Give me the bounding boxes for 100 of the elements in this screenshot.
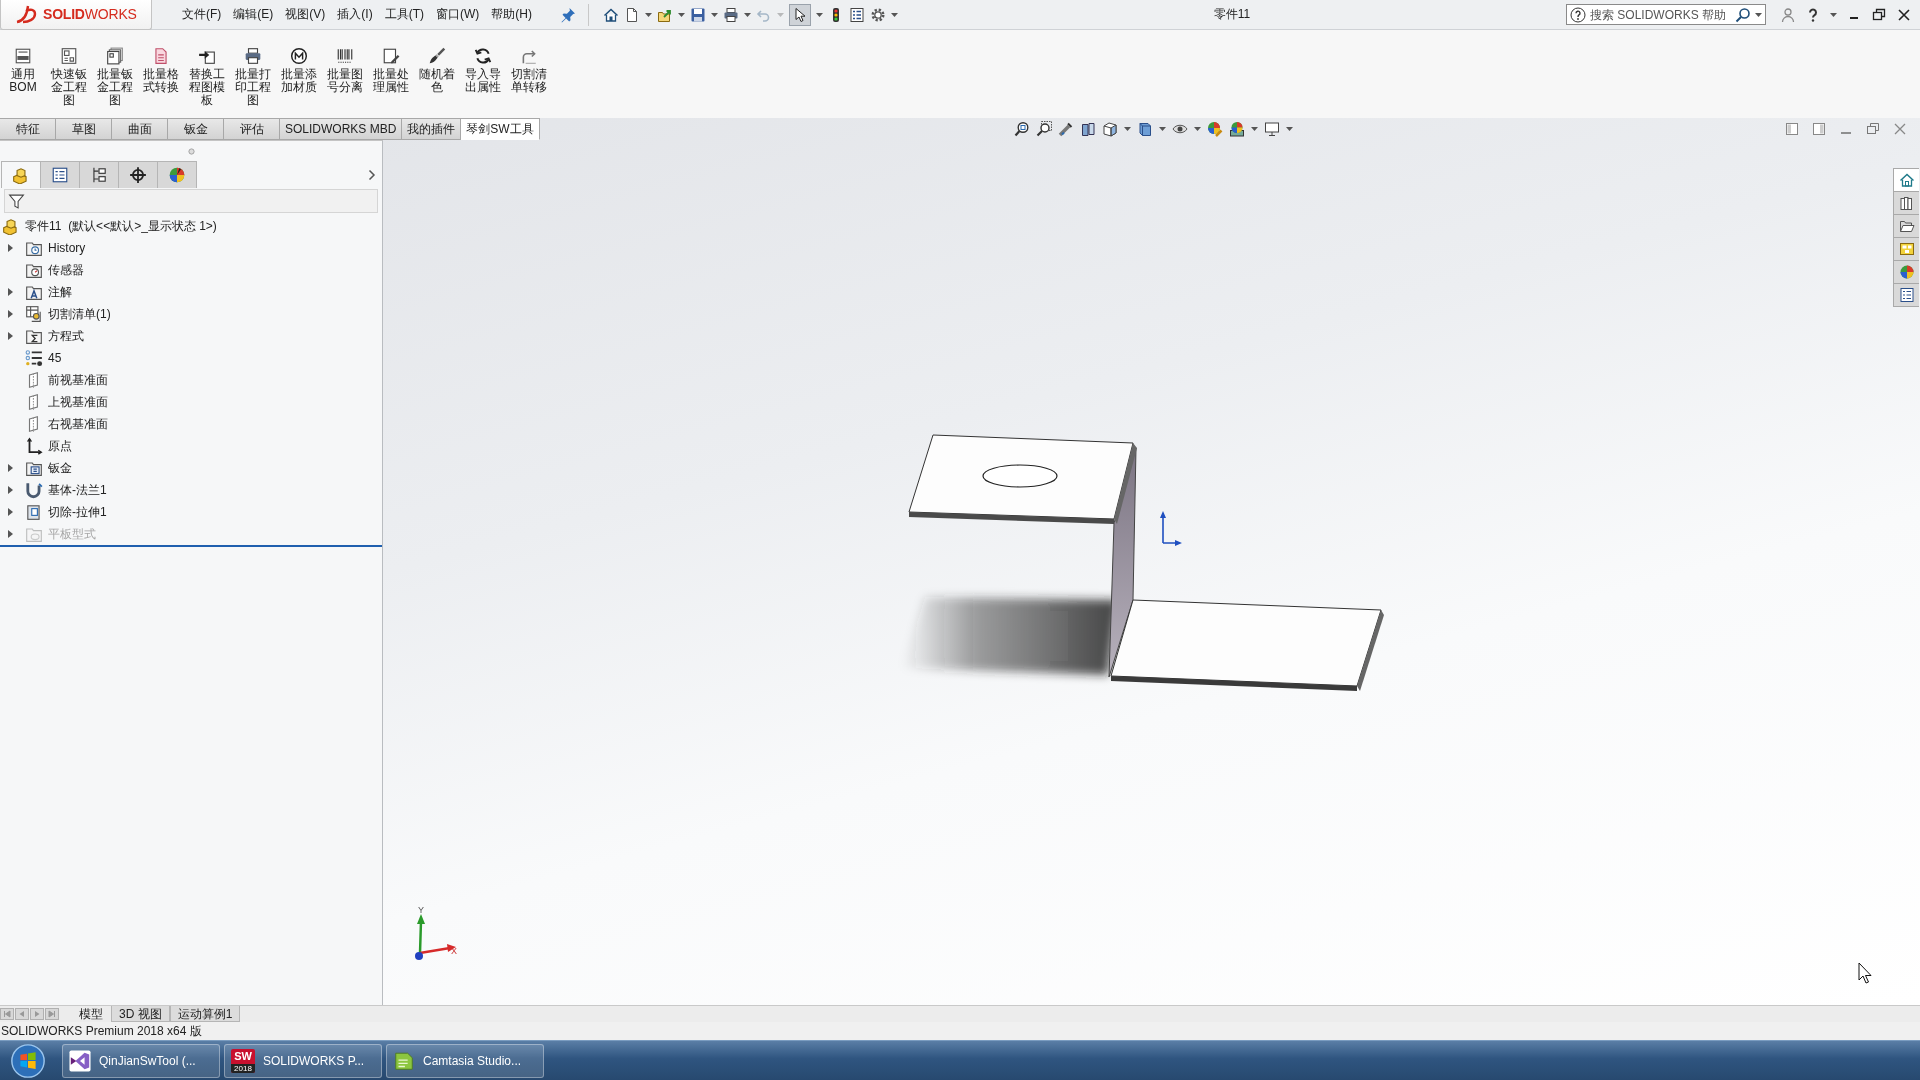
scene-ball-icon[interactable] (1229, 121, 1245, 137)
restore-icon[interactable] (1871, 6, 1887, 23)
task-pane-tab[interactable] (1893, 214, 1919, 238)
ribbon-button[interactable]: 快速钣金工程图 (46, 47, 92, 107)
close-icon[interactable] (1896, 6, 1912, 23)
save-icon[interactable] (690, 6, 706, 23)
tree-item[interactable]: 方程式 (48, 327, 84, 345)
menu-item[interactable]: 插入(I) (331, 3, 379, 26)
command-tab[interactable]: SOLIDWORKS MBD (280, 118, 403, 140)
caret-icon[interactable] (1830, 12, 1837, 17)
ribbon-button[interactable]: 批量钣金工程图 (92, 47, 138, 107)
task-pane-tab[interactable] (1893, 283, 1919, 307)
new-document-icon[interactable] (624, 6, 640, 23)
task-pane-tab[interactable] (1893, 260, 1919, 284)
pin-icon[interactable] (560, 6, 576, 23)
tree-root-item[interactable]: 零件11 (默认<<默认>_显示状态 1>) (25, 217, 217, 235)
home-icon[interactable] (603, 6, 619, 23)
tree-item[interactable]: History (48, 241, 86, 255)
bracket-drawing[interactable] (908, 434, 1384, 691)
tree-item[interactable]: 上视基准面 (48, 393, 108, 411)
shaded-box-icon[interactable] (1137, 121, 1153, 137)
menu-item[interactable]: 工具(T) (378, 3, 430, 26)
expand-arrow-icon[interactable] (8, 464, 13, 472)
tree-item[interactable]: 基体-法兰1 (48, 481, 107, 499)
tile-left-icon[interactable] (1784, 121, 1800, 137)
tile-right-icon[interactable] (1811, 121, 1827, 137)
caret-icon[interactable] (711, 12, 718, 17)
zoom-area-icon[interactable] (1036, 121, 1052, 137)
expand-arrow-icon[interactable] (8, 244, 13, 252)
ribbon-button[interactable]: 批量添加材质 (276, 47, 322, 94)
tree-item[interactable]: 钣金 (48, 459, 72, 477)
caret-icon[interactable] (1286, 127, 1293, 131)
ribbon-button[interactable]: 随机着色 (414, 47, 460, 94)
model-tab[interactable]: 模型 (71, 1006, 111, 1022)
command-tab[interactable]: 琴剑SW工具 (461, 118, 540, 140)
expand-arrow-icon[interactable] (8, 310, 13, 318)
caret-icon[interactable] (1755, 12, 1762, 17)
command-tab[interactable]: 曲面 (112, 118, 168, 140)
tree-item[interactable]: 切除-拉伸1 (48, 503, 107, 521)
caret-icon[interactable] (744, 12, 751, 17)
task-pane-tab[interactable] (1893, 191, 1919, 215)
caret-icon[interactable] (1251, 127, 1258, 131)
search-field[interactable]: 搜索 SOLIDWORKS 帮助 (1566, 4, 1766, 25)
menu-item[interactable]: 帮助(H) (485, 3, 538, 26)
ribbon-button[interactable]: 切割清单转移 (506, 47, 552, 94)
chevron-right-icon[interactable] (368, 169, 376, 181)
menu-item[interactable]: 视图(V) (279, 3, 332, 26)
tree-item[interactable]: 45 (48, 351, 62, 365)
expand-arrow-icon[interactable] (8, 508, 13, 516)
taskbar-button[interactable]: Camtasia Studio... (386, 1043, 544, 1078)
command-tab[interactable]: 草图 (56, 118, 112, 140)
caret-icon[interactable] (1194, 127, 1201, 131)
tree-item[interactable]: 原点 (48, 437, 72, 455)
taskbar-button[interactable]: QinJianSwTool (... (62, 1043, 220, 1078)
search-icon[interactable] (1735, 6, 1751, 23)
monitor-icon[interactable] (1264, 121, 1280, 137)
section-view-icon[interactable] (1080, 121, 1096, 137)
user-icon[interactable] (1780, 6, 1796, 23)
ribbon-button[interactable]: 批量打印工程图 (230, 47, 276, 107)
zoom-to-fit-icon[interactable] (1014, 121, 1030, 137)
printer-icon[interactable] (723, 6, 739, 23)
settings-icon[interactable] (870, 6, 886, 23)
command-tab[interactable]: 我的插件 (402, 118, 462, 140)
menu-item[interactable]: 文件(F) (176, 3, 228, 26)
caret-icon[interactable] (1124, 127, 1131, 131)
menu-item[interactable]: 编辑(E) (227, 3, 280, 26)
expand-arrow-icon[interactable] (8, 332, 13, 340)
options-list-icon[interactable] (849, 6, 865, 23)
appearance-ball-icon[interactable] (1207, 121, 1223, 137)
tree-item[interactable]: 传感器 (48, 261, 84, 279)
task-pane-tab[interactable] (1893, 168, 1919, 192)
ribbon-button[interactable]: 批量图号分离 (322, 47, 368, 94)
caret-icon[interactable] (891, 12, 898, 17)
command-tab[interactable]: 特征 (0, 118, 56, 140)
taskbar-button[interactable]: SW 2018 SOLIDWORKS P... (224, 1043, 382, 1078)
select-button[interactable] (789, 3, 811, 26)
command-tab[interactable]: 评估 (224, 118, 280, 140)
expand-arrow-icon[interactable] (8, 486, 13, 494)
caret-icon[interactable] (1159, 127, 1166, 131)
panel-tab[interactable] (40, 161, 80, 188)
tree-item[interactable]: 注解 (48, 283, 72, 301)
ribbon-button[interactable]: 导入导出属性 (460, 47, 506, 94)
caret-icon[interactable] (678, 12, 685, 17)
filter-field[interactable] (4, 189, 378, 213)
command-tab[interactable]: 钣金 (168, 118, 224, 140)
model-tab[interactable]: 运动算例1 (169, 1006, 241, 1022)
ribbon-button[interactable]: 通用BOM (0, 47, 46, 94)
tree-item[interactable]: 右视基准面 (48, 415, 108, 433)
expand-arrow-icon[interactable] (8, 288, 13, 296)
task-pane-tab[interactable] (1893, 237, 1919, 261)
menu-item[interactable]: 窗口(W) (430, 3, 486, 26)
ribbon-button[interactable]: 批量处理属性 (368, 47, 414, 94)
pen-icon[interactable] (1058, 121, 1074, 137)
start-button[interactable] (8, 1041, 48, 1080)
caret-icon[interactable] (816, 12, 823, 17)
ribbon-button[interactable]: 替换工程图模板 (184, 47, 230, 107)
panel-grip-icon[interactable] (187, 147, 195, 155)
view-cube-icon[interactable] (1102, 121, 1118, 137)
tree-item[interactable]: 前视基准面 (48, 371, 108, 389)
model-tab[interactable]: 3D 视图 (111, 1006, 170, 1022)
